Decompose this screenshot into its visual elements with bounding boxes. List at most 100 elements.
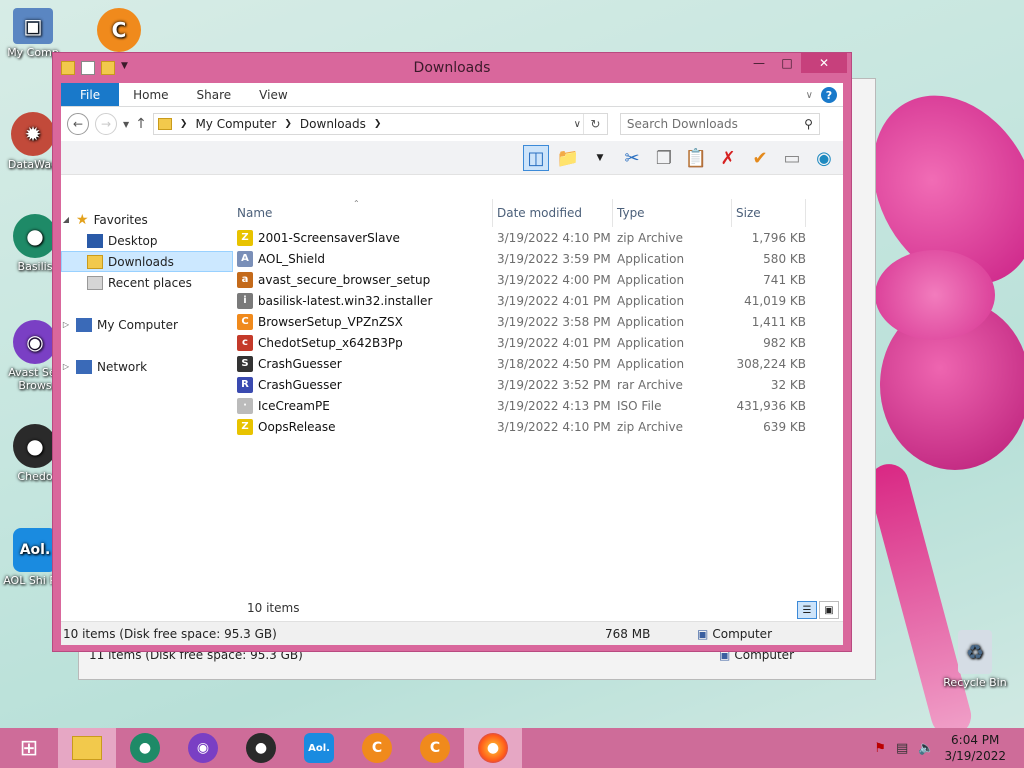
table-row[interactable]: c ChedotSetup_x642B3Pp 3/19/2022 4:01 PM Ap… xyxy=(233,332,843,353)
address-dropdown-icon[interactable]: ∨ xyxy=(574,119,581,130)
nav-label: Favorites xyxy=(93,212,148,227)
table-row[interactable]: A AOL_Shield 3/19/2022 3:59 PM Application 5… xyxy=(233,248,843,269)
up-button[interactable]: ↑ xyxy=(135,116,147,132)
file-name: OopsRelease xyxy=(258,419,336,434)
nav-network[interactable]: ▷ Network xyxy=(61,356,233,377)
move-to-folder-icon[interactable]: 📁 xyxy=(555,145,581,171)
start-button[interactable]: ⊞ xyxy=(0,728,58,768)
nav-favorites[interactable]: ◢ ★ Favorites xyxy=(61,209,233,230)
large-icons-view-icon[interactable]: ▣ xyxy=(819,601,839,619)
minimize-button[interactable]: — xyxy=(745,53,773,73)
taskbar-avast-browser[interactable]: ◉ xyxy=(174,728,232,768)
breadcrumb-downloads[interactable]: Downloads xyxy=(300,117,366,131)
clock-time: 6:04 PM xyxy=(951,733,1000,747)
taskbar-file-explorer[interactable] xyxy=(58,728,116,768)
nav-downloads[interactable]: Downloads xyxy=(61,251,233,272)
table-row[interactable]: S CrashGuesser 3/18/2022 4:50 PM Applicatio… xyxy=(233,353,843,374)
search-icon[interactable]: ⚲ xyxy=(804,117,813,131)
table-row[interactable]: · IceCreamPE 3/19/2022 4:13 PM ISO File 431,… xyxy=(233,395,843,416)
back-button[interactable]: ← xyxy=(67,113,89,135)
table-row[interactable]: R CrashGuesser 3/19/2022 3:52 PM rar Archiv… xyxy=(233,374,843,395)
table-row[interactable]: a avast_secure_browser_setup 3/19/2022 4:0… xyxy=(233,269,843,290)
chevron-down-icon[interactable]: ▼ xyxy=(121,61,135,75)
refresh-icon[interactable]: ↻ xyxy=(582,114,607,134)
taskbar-chedot[interactable]: ● xyxy=(232,728,290,768)
view-switcher: ☰ ▣ xyxy=(797,601,839,619)
network-status-icon[interactable]: ▤ xyxy=(896,741,908,756)
globe-icon[interactable]: ◉ xyxy=(811,145,837,171)
properties-icon[interactable] xyxy=(81,61,95,75)
expand-ribbon-icon[interactable]: ∨ xyxy=(806,90,813,101)
column-header-size[interactable]: Size xyxy=(732,199,806,227)
taskbar-browser-c-2[interactable]: C xyxy=(406,728,464,768)
expand-icon[interactable]: ▷ xyxy=(61,320,71,329)
breadcrumb-sep-icon[interactable]: ❯ xyxy=(284,119,292,129)
firefox-icon: ● xyxy=(478,733,508,763)
browser-c-icon: C xyxy=(420,733,450,763)
details-view-icon[interactable]: ☰ xyxy=(797,601,817,619)
column-header-type[interactable]: Type xyxy=(613,199,732,227)
taskbar-basilisk[interactable]: ● xyxy=(116,728,174,768)
cut-icon[interactable]: ✂ xyxy=(619,145,645,171)
taskbar-aol-shield[interactable]: Aol. xyxy=(290,728,348,768)
taskbar-firefox[interactable]: ● xyxy=(464,728,522,768)
taskbar-browser-c-1[interactable]: C xyxy=(348,728,406,768)
file-date: 3/19/2022 3:52 PM xyxy=(497,377,611,392)
collapse-icon[interactable]: ◢ xyxy=(61,215,71,224)
nav-my-computer[interactable]: ▷ My Computer xyxy=(61,314,233,335)
breadcrumb-my-computer[interactable]: My Computer xyxy=(195,117,276,131)
maximize-button[interactable]: □ xyxy=(773,53,801,73)
column-header-row: Name Date modified Type Size ⌃ xyxy=(233,199,843,227)
avast-browser-icon: ◉ xyxy=(188,733,218,763)
forward-button[interactable]: → xyxy=(95,113,117,135)
command-toolbar: ◫ 📁 ▼ ✂ ❐ 📋 ✗ ✔ ▭ ◉ xyxy=(61,141,843,175)
preview-pane-icon[interactable]: ◫ xyxy=(523,145,549,171)
new-folder-icon[interactable] xyxy=(101,61,115,75)
nav-desktop[interactable]: Desktop xyxy=(61,230,233,251)
copy-icon[interactable]: ❐ xyxy=(651,145,677,171)
avast-icon: a xyxy=(237,271,253,288)
table-row[interactable]: C BrowserSetup_VPZnZSX 3/19/2022 3:58 PM Ap… xyxy=(233,311,843,332)
column-header-date[interactable]: Date modified xyxy=(493,199,613,227)
breadcrumb-sep-icon[interactable]: ❯ xyxy=(180,119,188,129)
dropdown-icon[interactable]: ▼ xyxy=(587,145,613,171)
downloads-folder-icon xyxy=(87,254,103,269)
nav-recent-places[interactable]: Recent places xyxy=(61,272,233,293)
column-header-name[interactable]: Name xyxy=(233,199,493,227)
volume-muted-icon[interactable]: 🔈 xyxy=(918,741,934,756)
tab-share[interactable]: Share xyxy=(183,83,246,106)
paste-icon[interactable]: 📋 xyxy=(683,145,709,171)
folder-icon[interactable] xyxy=(61,61,75,75)
file-name: AOL_Shield xyxy=(258,251,326,266)
recent-locations-icon[interactable]: ▼ xyxy=(123,120,129,129)
datawag-icon: ✹ xyxy=(11,112,55,156)
address-bar-row: ← → ▼ ↑ ❯ My Computer ❯ Downloads ❯ ∨ ↻ … xyxy=(61,107,843,141)
desktop-icon-recycle-bin[interactable]: ♻ Recycle Bin xyxy=(940,630,1010,689)
explorer-window[interactable]: ▼ Downloads — □ ✕ File Home Share View ∨… xyxy=(52,52,852,652)
action-center-flag-icon[interactable]: ⚑ xyxy=(874,741,886,756)
search-input[interactable]: Search Downloads ⚲ xyxy=(619,113,820,135)
tab-file[interactable]: File xyxy=(61,83,120,106)
help-icon[interactable]: ? xyxy=(821,87,837,103)
sort-up-icon: ⌃ xyxy=(353,199,360,208)
clock-date: 3/19/2022 xyxy=(944,749,1006,763)
table-row[interactable]: i basilisk-latest.win32.installer 3/19/202… xyxy=(233,290,843,311)
properties-icon[interactable]: ▭ xyxy=(779,145,805,171)
close-button[interactable]: ✕ xyxy=(801,53,847,73)
file-type: Application xyxy=(617,314,685,329)
tab-home[interactable]: Home xyxy=(119,83,182,106)
basilisk-icon: ● xyxy=(13,214,57,258)
tab-view[interactable]: View xyxy=(245,83,301,106)
address-bar[interactable]: ❯ My Computer ❯ Downloads ❯ ∨ ↻ xyxy=(152,113,608,135)
expand-icon[interactable]: ▷ xyxy=(61,362,71,371)
table-row[interactable]: Z OopsRelease 3/19/2022 4:10 PM zip Archive… xyxy=(233,416,843,437)
breadcrumb-sep-icon[interactable]: ❯ xyxy=(374,119,382,129)
desktop-icon-browser-c[interactable]: C xyxy=(84,8,154,54)
computer-icon xyxy=(76,317,92,332)
file-type: rar Archive xyxy=(617,377,683,392)
title-bar[interactable]: ▼ Downloads — □ ✕ xyxy=(53,53,851,83)
rename-check-icon[interactable]: ✔ xyxy=(747,145,773,171)
clock[interactable]: 6:04 PM 3/19/2022 xyxy=(944,732,1006,764)
delete-icon[interactable]: ✗ xyxy=(715,145,741,171)
table-row[interactable]: Z 2001-ScreensaverSlave 3/19/2022 4:10 PM z… xyxy=(233,227,843,248)
